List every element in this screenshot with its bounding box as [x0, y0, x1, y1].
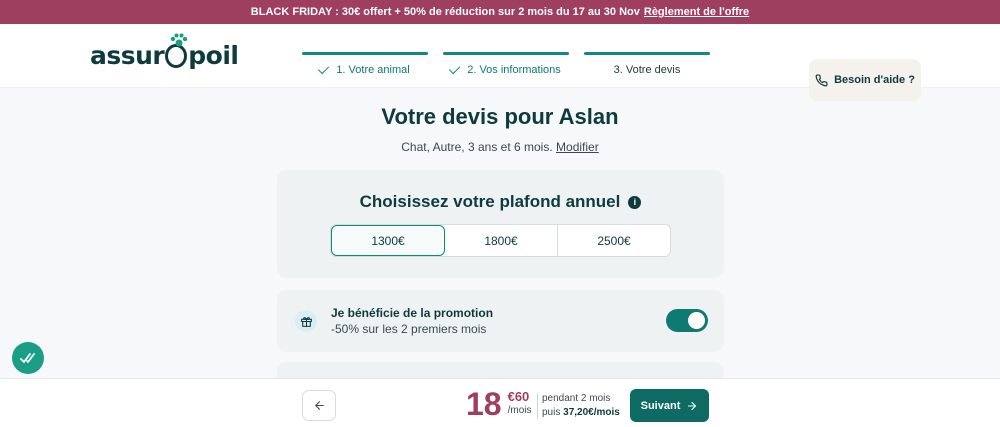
promo-banner-text: BLACK FRIDAY : 30€ offert + 50% de réduc…	[250, 6, 640, 18]
price-details-prefix: puis	[542, 407, 561, 418]
page-title: Votre devis pour Aslan	[381, 104, 619, 129]
modify-link[interactable]: Modifier	[556, 140, 599, 154]
step-bar	[443, 52, 569, 55]
price-details-line1: pendant 2 mois	[542, 393, 611, 404]
promo-banner: BLACK FRIDAY : 30€ offert + 50% de réduc…	[0, 0, 1000, 24]
paw-icon	[165, 33, 188, 68]
price-integer: 18	[466, 386, 502, 422]
next-button[interactable]: Suivant	[630, 389, 709, 422]
ceiling-option-2500[interactable]: 2500€	[558, 225, 670, 256]
monthly-price: 18 €60 /mois	[466, 385, 532, 425]
step-bar	[302, 52, 428, 55]
gift-icon	[295, 310, 317, 332]
help-button[interactable]: Besoin d'aide ?	[809, 59, 921, 101]
header: assur poil 1. Votre animal 2. Vos inform…	[0, 24, 1000, 101]
price-after-promo: 37,20€/mois	[563, 407, 620, 418]
promotion-title: Je bénéficie de la promotion	[331, 306, 494, 320]
phone-icon	[815, 73, 828, 86]
check-icon	[318, 62, 330, 75]
price-footer: 18 €60 /mois pendant 2 mois puis 37,20€/…	[0, 378, 1000, 427]
step-animal: 1. Votre animal	[302, 52, 428, 82]
promotion-card: Je bénéficie de la promotion -50% sur le…	[277, 290, 724, 352]
promotion-subtitle: -50% sur les 2 premiers mois	[331, 322, 487, 336]
help-label: Besoin d'aide ?	[834, 74, 915, 86]
ceiling-options: 1300€ 1800€ 2500€	[330, 224, 671, 257]
ceiling-title-text: Choisissez votre plafond annuel	[359, 192, 621, 211]
arrow-right-icon	[688, 401, 697, 410]
check-double-icon	[20, 353, 35, 363]
progress-steps: 1. Votre animal 2. Vos informations 3. V…	[302, 52, 710, 82]
logo[interactable]: assur poil	[90, 33, 239, 70]
arrow-left-icon	[314, 401, 324, 410]
price-details: pendant 2 mois puis 37,20€/mois	[542, 392, 620, 420]
cookie-consent-button[interactable]	[12, 342, 44, 374]
step-label: 1. Votre animal	[336, 64, 410, 76]
price-divider	[537, 393, 538, 419]
step-label: 2. Vos informations	[467, 64, 561, 76]
toggle-knob	[688, 312, 705, 329]
step-label: 3. Votre devis	[613, 64, 681, 76]
promotion-toggle[interactable]	[666, 309, 708, 332]
promo-rules-link[interactable]: Règlement de l'offre	[644, 6, 749, 18]
ceiling-card: Choisissez votre plafond annuel i 1300€ …	[277, 170, 724, 278]
pet-summary: Chat, Autre, 3 ans et 6 mois. Modifier	[0, 140, 1000, 154]
info-icon[interactable]: i	[628, 195, 642, 209]
price-period: /mois	[507, 405, 532, 416]
price-decimal: €60	[507, 389, 530, 404]
step-devis: 3. Votre devis	[584, 52, 710, 82]
ceiling-option-1300[interactable]: 1300€	[331, 225, 445, 256]
step-informations: 2. Vos informations	[443, 52, 569, 82]
check-icon	[449, 62, 461, 75]
pet-summary-text: Chat, Autre, 3 ans et 6 mois.	[401, 140, 553, 154]
ceiling-title: Choisissez votre plafond annuel i	[277, 192, 724, 212]
back-button[interactable]	[302, 390, 336, 421]
ceiling-option-1800[interactable]: 1800€	[445, 225, 558, 256]
logo-text-right: poil	[188, 41, 239, 70]
logo-text-left: assur	[90, 41, 165, 70]
next-label: Suivant	[640, 399, 681, 412]
step-bar	[584, 52, 710, 55]
